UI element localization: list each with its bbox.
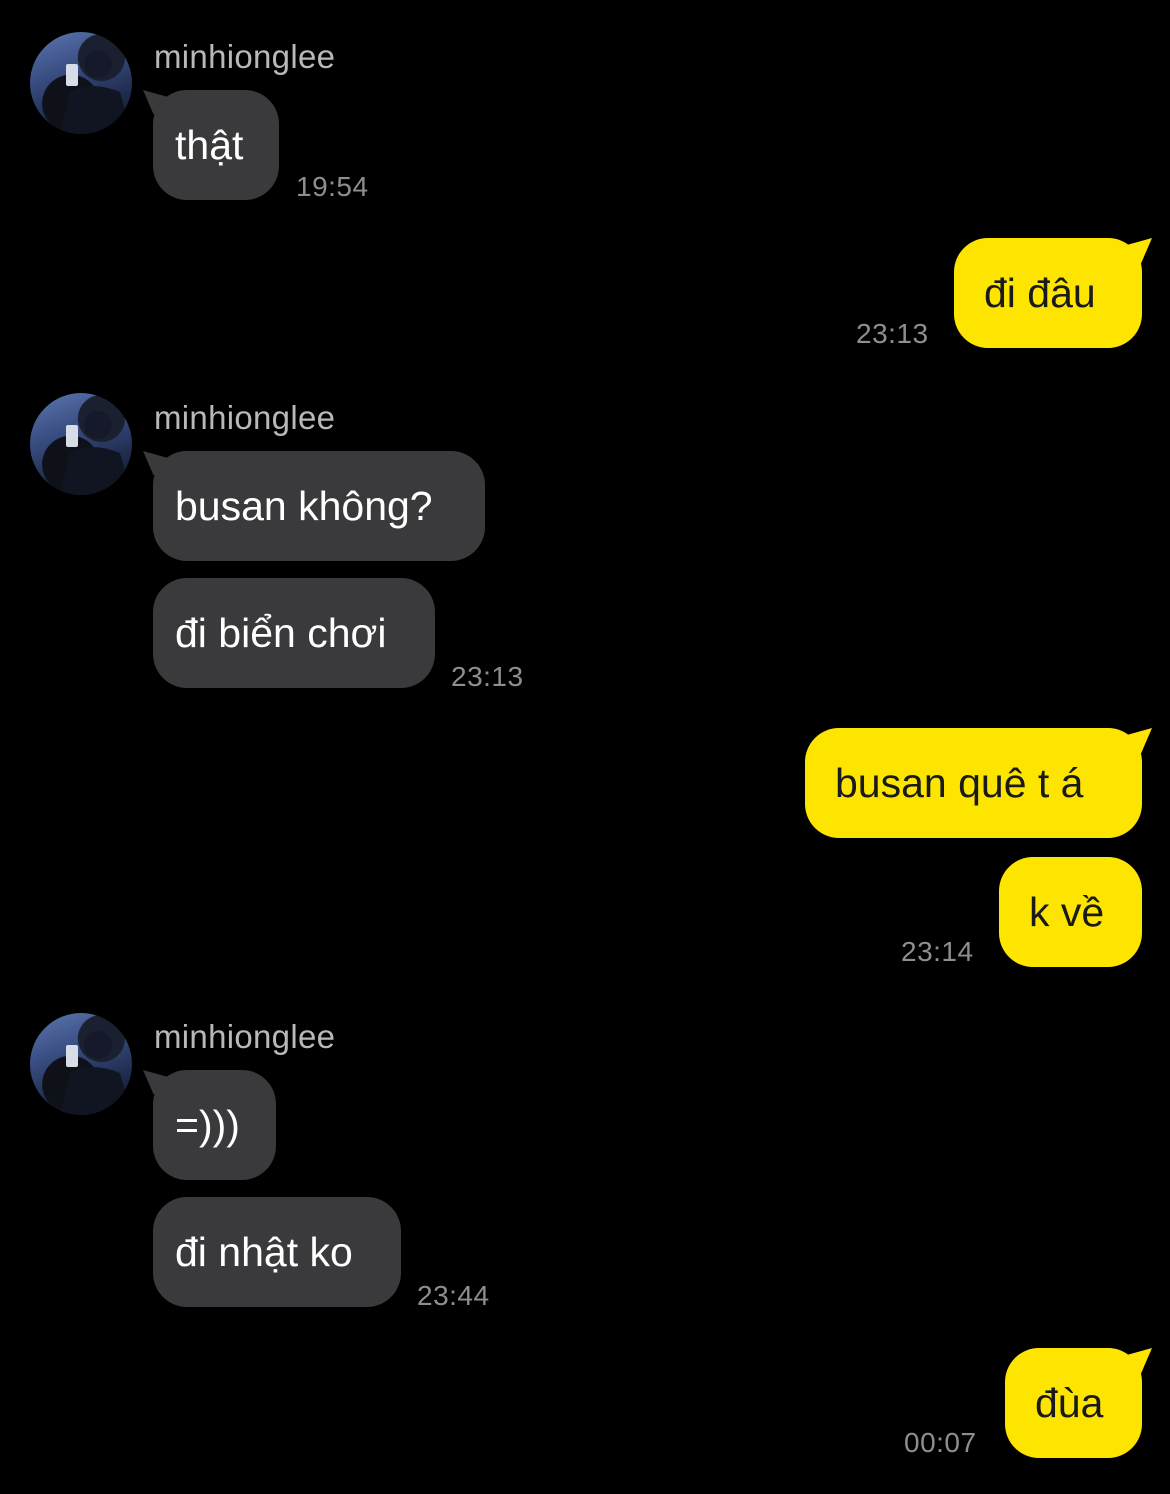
- message-timestamp: 23:13: [856, 318, 929, 349]
- message-timestamp: 00:07: [904, 1427, 977, 1458]
- avatar-photo-icon: [60, 1031, 132, 1115]
- sender-name: minhionglee: [154, 399, 336, 436]
- sender-name: minhionglee: [154, 38, 336, 75]
- sender-name: minhionglee: [154, 1018, 336, 1055]
- avatar-photo-icon: [60, 411, 132, 495]
- message-bubble[interactable]: thật: [153, 90, 279, 200]
- message-timestamp: 19:54: [296, 171, 369, 202]
- avatar-photo-icon: [60, 50, 132, 134]
- avatar[interactable]: [30, 32, 132, 134]
- message-bubble[interactable]: đùa: [1005, 1348, 1142, 1458]
- message-bubble[interactable]: đi biển chơi: [153, 578, 435, 688]
- message-bubble[interactable]: đi đâu: [954, 238, 1142, 348]
- message-bubble[interactable]: =))): [153, 1070, 276, 1180]
- message-timestamp: 23:13: [451, 661, 524, 692]
- message-bubble[interactable]: đi nhật ko: [153, 1197, 401, 1307]
- avatar[interactable]: [30, 393, 132, 495]
- avatar[interactable]: [30, 1013, 132, 1115]
- message-bubble[interactable]: busan quê t á: [805, 728, 1142, 838]
- message-timestamp: 23:44: [417, 1280, 490, 1311]
- message-bubble[interactable]: k về: [999, 857, 1142, 967]
- message-timestamp: 23:14: [901, 936, 974, 967]
- message-bubble[interactable]: busan không?: [153, 451, 485, 561]
